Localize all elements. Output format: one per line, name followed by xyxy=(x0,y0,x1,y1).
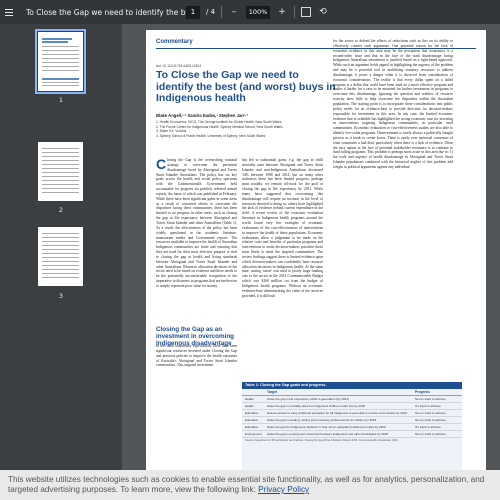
page-thumbnail-2[interactable] xyxy=(38,142,83,201)
zoom-level-input[interactable]: 100% xyxy=(246,5,271,19)
cookie-text: This website utilizes technologies such … xyxy=(8,475,485,494)
affiliations: 1. Health Economics, ISCG, The George In… xyxy=(156,120,336,138)
table-footer: Source: Department of Prime Minister and… xyxy=(245,439,399,442)
table-row: Employment Halve the gap in employment ou… xyxy=(242,431,462,438)
affiliation: 4. Sydney School of Public Health, Unive… xyxy=(156,133,266,138)
table-header-cell: Progress xyxy=(415,390,430,394)
zoom-in-button[interactable]: + xyxy=(276,7,288,17)
thumbnail-label: 3 xyxy=(58,292,64,300)
table-cell: Education xyxy=(245,425,259,429)
table-header-cell xyxy=(245,390,267,394)
table-row: Health Halve the gap in mortality rates f… xyxy=(242,403,462,410)
pdf-toolbar: To Close the Gap we need to identify the… xyxy=(0,0,500,24)
fit-page-icon[interactable] xyxy=(301,7,312,17)
body-column-1-continued: In line with community expectations, the… xyxy=(156,344,237,368)
thumbnail-label: 2 xyxy=(58,206,64,214)
table-cell: Not on track to achieve xyxy=(415,411,446,415)
table-title: Table 1: Closing the Gap goals and progr… xyxy=(242,382,462,389)
menu-icon[interactable] xyxy=(0,0,18,24)
toolbar-divider xyxy=(221,6,223,18)
table-cell: On track to achieve xyxy=(415,425,441,429)
table-cell: Close the gap in life expectancy within … xyxy=(267,397,349,401)
table-cell: Not on track to achieve xyxy=(415,397,446,401)
table-cell: Education xyxy=(245,418,259,422)
table-row: Education Halve the gap in reading, writi… xyxy=(242,417,462,424)
thumbnail-sidebar: 1 2 3 xyxy=(0,24,122,500)
table-cell: Not on track to achieve xyxy=(415,418,446,422)
cookie-banner: This website utilizes technologies such … xyxy=(0,470,500,500)
table-cell: Halve the gap in reading, writing and nu… xyxy=(267,418,377,422)
table-row: Education Ensure access to early childhoo… xyxy=(242,410,462,417)
pdf-page: Commentary doi: 10.1111/1753-6405.12612 … xyxy=(146,30,486,470)
table-cell: Ensure access to early childhood educati… xyxy=(267,411,407,415)
doi: doi: 10.1111/1753-6405.12612 xyxy=(156,64,202,68)
body-text: losing the Gap is the overarching nation… xyxy=(156,158,237,288)
table-cell: Employment xyxy=(245,432,262,436)
thumbnail-label: 1 xyxy=(58,96,64,104)
table-cell: Health xyxy=(245,404,254,408)
section-tag: Commentary xyxy=(156,39,193,45)
zoom-out-button[interactable]: – xyxy=(228,7,240,17)
page-number-input[interactable]: 1 xyxy=(186,5,200,19)
table-cell: Not on track to achieve xyxy=(415,432,446,436)
authors: Blake Angell,¹·² Sandra Eades,³ Stephen … xyxy=(156,113,248,118)
toolbar-divider xyxy=(294,6,296,18)
document-title: To Close the Gap we need to identify the… xyxy=(26,7,198,17)
table-cell: On track to achieve xyxy=(415,404,441,408)
table-cell: Halve the gap in mortality rates for Ind… xyxy=(267,404,366,408)
page-total: / 4 xyxy=(206,8,216,16)
rotate-icon[interactable]: ⟲ xyxy=(317,7,329,17)
toolbar-center: 1 / 4 – 100% + ⟲ xyxy=(186,0,329,24)
table-header-cell: Target xyxy=(267,390,278,394)
table-cell: Education xyxy=(245,411,259,415)
table-row: Health Close the gap in life expectancy w… xyxy=(242,396,462,403)
page-thumbnail-3[interactable] xyxy=(38,227,83,286)
body-column-2: has led to substantial gains, e.g. the g… xyxy=(242,158,323,298)
table-body: Health Close the gap in life expectancy w… xyxy=(242,396,462,438)
table-1-box: Table 1: Closing the Gap goals and progr… xyxy=(242,382,462,470)
article-title: To Close the Gap we need to identify the… xyxy=(156,69,336,105)
body-column-3: for the sector to defend the effects of … xyxy=(333,39,453,169)
table-cell: Halve the gap for Indigenous students in… xyxy=(267,425,386,429)
page-thumbnail-1[interactable] xyxy=(35,29,86,94)
privacy-policy-link[interactable]: Privacy Policy xyxy=(258,485,309,494)
table-cell: Health xyxy=(245,397,254,401)
table-row: Education Halve the gap for Indigenous st… xyxy=(242,424,462,431)
body-column-1: Closing the Gap is the overarching natio… xyxy=(156,156,237,289)
table-header: Target Progress xyxy=(242,389,462,396)
drop-cap: C xyxy=(156,156,167,172)
table-cell: Halve the gap in employment outcomes bet… xyxy=(267,432,388,436)
